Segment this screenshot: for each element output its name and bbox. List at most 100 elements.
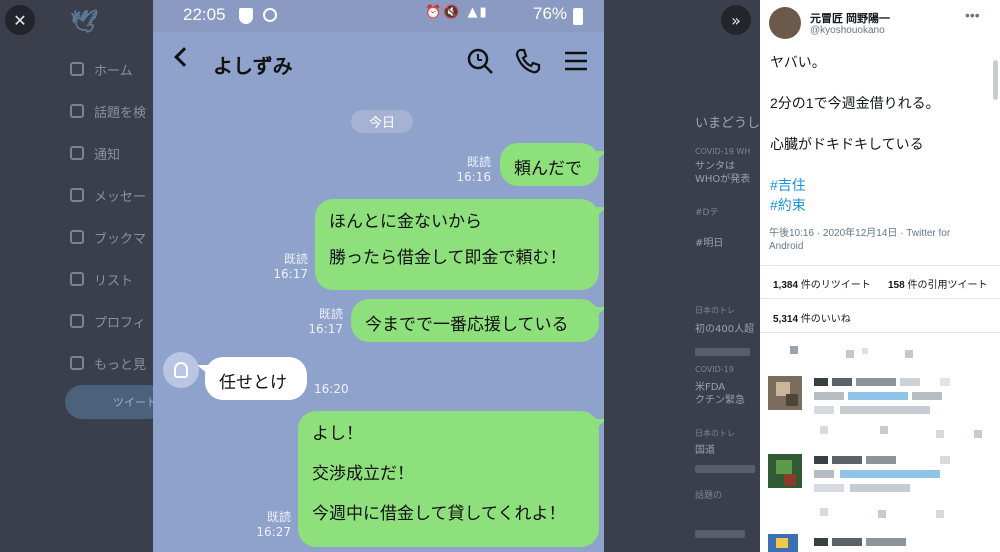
like-label: 件のいいね — [800, 314, 851, 325]
bubble-tail — [595, 151, 604, 161]
blur-line — [695, 530, 745, 538]
date-separator: 今日 — [351, 110, 413, 133]
their-message-bubble[interactable]: 任せとけ — [197, 357, 307, 400]
divider — [760, 298, 1000, 299]
my-message-bubble[interactable]: ほんとに金ないから 勝ったら借金して即金で頼む！ — [315, 199, 604, 290]
bell-icon — [70, 146, 84, 160]
author-name[interactable]: 元冒匠 岡野陽一 — [810, 10, 890, 26]
bookmark-icon — [70, 230, 84, 244]
close-icon: ✕ — [13, 10, 27, 30]
bg-trend-text: #Dテ — [695, 208, 719, 218]
battery-icon — [573, 8, 583, 25]
message-text: 今週中に借金して貸してくれよ！ — [312, 504, 566, 524]
bg-trend-text: クチン緊急 — [695, 395, 745, 406]
hashtag-link[interactable]: #約束 — [770, 195, 940, 215]
quote-count[interactable]: 158 件の引用ツイート — [888, 276, 987, 291]
home-icon — [70, 62, 84, 76]
list-icon — [70, 272, 84, 286]
message-time: 16:17 — [273, 267, 308, 281]
bg-trend-text: COVID-19 WH — [695, 147, 751, 156]
bg-trend-text: #明日 — [695, 238, 724, 249]
message-meta: 既読 16:17 — [270, 252, 308, 282]
bg-trend-text: 国道 — [695, 445, 715, 456]
read-receipt: 既読 — [266, 510, 291, 524]
blur-line — [695, 348, 750, 356]
bubble-tail — [595, 307, 604, 317]
bg-nav-label: ブックマ — [94, 231, 147, 247]
phone-icon[interactable] — [513, 46, 543, 76]
blur-line — [695, 465, 755, 473]
message-time: 16:27 — [256, 525, 291, 539]
message-text: 任せとけ — [219, 373, 287, 393]
message-time: 16:17 — [308, 322, 343, 336]
read-receipt: 既読 — [318, 307, 343, 321]
message-time: 16:20 — [314, 382, 349, 396]
recording-icon — [263, 8, 277, 22]
like-number: 5,314 — [773, 314, 799, 325]
status-time: 22:05 — [183, 5, 226, 24]
background-trends: いまどうし COVID-19 WH サンタは WHOが発表 #Dテ #明日 日本… — [600, 0, 760, 552]
twitter-logo-icon: 🕊 — [70, 10, 98, 35]
my-message-bubble[interactable]: よし！ 交渉成立だ！ 今週中に借金して貸してくれよ！ — [298, 411, 604, 547]
author-avatar[interactable] — [769, 7, 801, 39]
bg-tweet-button: ツイート — [65, 385, 165, 419]
divider — [760, 265, 1000, 266]
bubble-tail — [595, 419, 604, 429]
tweet-body: ヤバい。 2分の1で今週金借りれる。 心臓がドキドキしている #吉住 #約束 — [770, 52, 940, 215]
message-meta: 既読 16:16 — [453, 155, 491, 185]
shield-icon — [239, 8, 253, 24]
retweet-number: 1,384 — [773, 280, 799, 291]
search-icon[interactable] — [465, 46, 495, 76]
message-text: 交渉成立だ！ — [312, 464, 414, 484]
bg-nav-label: 通知 — [94, 147, 121, 163]
battery-percent: 76% — [533, 4, 568, 23]
mosaic-image — [768, 346, 982, 552]
hashtag-link[interactable]: #吉住 — [770, 175, 940, 195]
my-message-bubble[interactable]: 頼んだで — [500, 143, 604, 186]
bg-trend-heading: いまどうし — [695, 116, 761, 131]
bg-nav-home: ホーム — [70, 57, 133, 81]
tweet-line: ヤバい。 — [770, 54, 826, 70]
retweet-count[interactable]: 1,384 件のリツイート — [773, 276, 871, 291]
close-viewer-button[interactable]: ✕ — [5, 5, 35, 35]
person-icon — [174, 362, 188, 378]
bg-nav-explore: 話題を検 — [70, 99, 146, 123]
message-meta: 既読 16:17 — [305, 307, 343, 337]
back-icon[interactable] — [174, 47, 194, 67]
message-text: ほんとに金ないから — [329, 212, 482, 232]
bg-nav-label: もっと見 — [94, 357, 147, 373]
bg-nav-label: メッセー — [94, 189, 147, 205]
menu-icon[interactable] — [561, 46, 591, 76]
tweet-line: 2分の1で今週金借りれる。 — [770, 95, 940, 111]
scrollbar[interactable] — [993, 60, 998, 100]
bg-nav-label: リスト — [94, 273, 134, 289]
bg-trend-text: WHOが発表 — [695, 174, 751, 185]
read-receipt: 既読 — [466, 155, 491, 169]
bg-trend-text: COVID-19 — [695, 365, 734, 374]
bubble-tail — [197, 365, 209, 375]
bg-trend-text: 話題の — [695, 491, 723, 501]
bg-nav-profile: プロフィ — [70, 309, 146, 333]
message-meta: 16:20 — [314, 382, 354, 397]
next-image-button[interactable]: » — [721, 5, 751, 35]
bg-nav-notifications: 通知 — [70, 141, 120, 165]
bg-trend-text: 日本のトレ — [695, 429, 735, 438]
contact-avatar[interactable] — [163, 352, 199, 388]
bg-nav-bookmarks: ブックマ — [70, 225, 146, 249]
status-bar: 22:05 ⏰🔇 ▲▮ 76% — [153, 0, 604, 32]
pixelated-replies — [760, 338, 1000, 552]
author-handle[interactable]: @kyoshouokano — [810, 25, 885, 36]
bg-nav-label: プロフィ — [94, 315, 146, 331]
message-text: 勝ったら借金して即金で頼む！ — [329, 248, 567, 268]
like-count[interactable]: 5,314 件のいいね — [773, 310, 851, 325]
more-options-icon[interactable]: ••• — [965, 7, 980, 23]
message-text: よし！ — [312, 424, 363, 444]
bg-trend-text: 初の400人超 — [695, 324, 755, 335]
chevron-right-icon: » — [731, 10, 741, 30]
chat-header: よしずみ — [153, 32, 604, 94]
tweet-line: 心臓がドキドキしている — [770, 136, 924, 152]
line-chat-screenshot[interactable]: 22:05 ⏰🔇 ▲▮ 76% よしずみ 今日 既読 16:16 頼んだで 既読… — [153, 0, 604, 552]
bg-trend-text: 日本のトレ — [695, 306, 735, 315]
my-message-bubble[interactable]: 今までで一番応援している — [351, 299, 604, 342]
profile-icon — [70, 314, 84, 328]
